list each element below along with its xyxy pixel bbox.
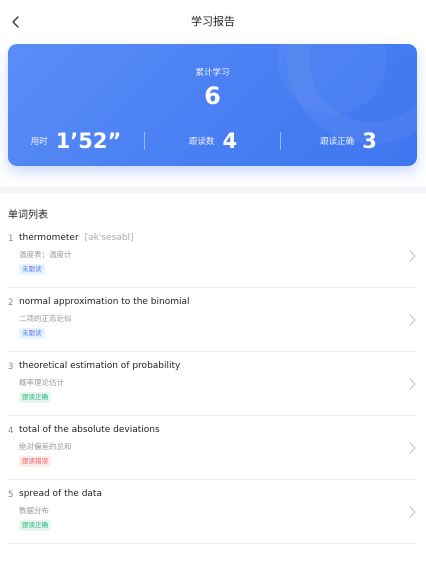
list-item[interactable]: 3 theoretical estimation of probability … xyxy=(0,352,426,416)
row-separator xyxy=(8,543,416,544)
item-word: normal approximation to the binomial xyxy=(19,297,190,307)
item-meaning: 温度表；温度计 xyxy=(19,250,72,259)
top-bar: 学习报告 xyxy=(0,0,426,44)
chevron-right-icon xyxy=(409,442,416,454)
status-badge: 跟读正确 xyxy=(19,520,51,531)
item-meaning: 二项的正态近似 xyxy=(19,314,72,323)
correct-value: 3 xyxy=(362,129,377,153)
follow-count-label: 跟读数 xyxy=(188,137,215,147)
list-item[interactable]: 5 spread of the data 数据分布 跟读正确 xyxy=(0,480,426,544)
list-item[interactable]: 2 normal approximation to the binomial 二… xyxy=(0,288,426,352)
item-meaning: 概率理论估计 xyxy=(19,378,64,387)
item-word: thermometer [ək'sesəbl] xyxy=(19,233,134,243)
item-index: 1 xyxy=(8,234,14,244)
item-phonetic: [ək'sesəbl] xyxy=(84,233,134,243)
time-label: 用时 xyxy=(30,137,48,147)
item-index: 2 xyxy=(8,298,14,308)
chevron-right-icon xyxy=(409,378,416,390)
total-study-label: 累计学习 xyxy=(195,68,230,78)
stat-follow-count: 跟读数 4 xyxy=(145,128,281,154)
summary-card: 累计学习 6 用时 1’52” 跟读数 4 跟读正确 3 xyxy=(8,44,417,166)
correct-label: 跟读正确 xyxy=(320,137,355,147)
total-study-value: 6 xyxy=(204,82,221,110)
list-item[interactable]: 4 total of the absolute deviations 绝对偏差的… xyxy=(0,416,426,480)
item-index: 4 xyxy=(8,426,14,436)
section-divider xyxy=(0,187,426,193)
item-word: total of the absolute deviations xyxy=(19,425,160,435)
chevron-right-icon xyxy=(409,506,416,518)
item-index: 3 xyxy=(8,362,14,372)
follow-count-value: 4 xyxy=(222,129,238,153)
chevron-right-icon xyxy=(409,250,416,262)
status-badge: 未跟读 xyxy=(19,264,45,275)
page-title: 学习报告 xyxy=(191,15,235,28)
word-list-title: 单词列表 xyxy=(8,210,48,221)
status-badge: 未跟读 xyxy=(19,328,45,339)
item-word: spread of the data xyxy=(19,489,102,499)
time-value: 1’52” xyxy=(55,129,122,153)
item-word: theoretical estimation of probability xyxy=(19,361,181,371)
stat-time: 用时 1’52” xyxy=(8,128,144,154)
status-badge: 跟读错误 xyxy=(19,456,51,467)
status-badge: 跟读正确 xyxy=(19,392,51,403)
item-index: 5 xyxy=(8,490,14,500)
item-meaning: 数据分布 xyxy=(19,506,49,515)
item-meaning: 绝对偏差的总和 xyxy=(19,442,72,451)
list-item[interactable]: 1 thermometer [ək'sesəbl] 温度表；温度计 未跟读 xyxy=(0,224,426,288)
chevron-right-icon xyxy=(409,314,416,326)
stat-correct: 跟读正确 3 xyxy=(280,128,417,154)
